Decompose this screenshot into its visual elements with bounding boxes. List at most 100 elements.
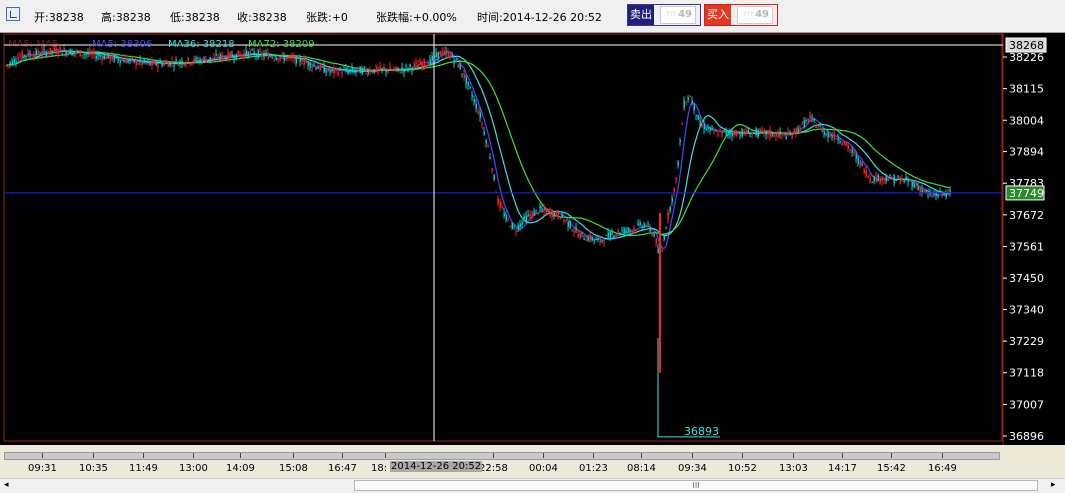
candle-body xyxy=(237,50,239,57)
x-tick-label: 09:31 xyxy=(28,463,57,474)
horizontal-scrollbar[interactable]: ◂ III ▸ xyxy=(0,478,1065,493)
x-tick-label: 16:49 xyxy=(928,463,957,474)
candle-body xyxy=(335,67,337,70)
x-tick-label: 10:35 xyxy=(79,463,108,474)
candle-body xyxy=(853,151,855,153)
candle-body xyxy=(903,178,905,183)
x-tick-mark xyxy=(42,453,43,458)
candle-body xyxy=(479,112,481,119)
chart-menu-icon[interactable] xyxy=(6,7,20,21)
candle-body xyxy=(273,59,275,61)
candle-body xyxy=(275,57,277,60)
bar-time: 时间:2014-12-26 20:52 xyxy=(477,11,602,24)
buy-order-widget[interactable]: 买入 ??? 49 xyxy=(704,4,778,26)
candle-body xyxy=(107,53,109,58)
candle-body xyxy=(695,114,697,117)
sell-order-widget[interactable]: 卖出 ??? 49 xyxy=(627,4,701,26)
candle-body xyxy=(569,221,571,229)
candle-body xyxy=(395,66,397,69)
candle-body xyxy=(675,177,677,181)
candle-body xyxy=(465,77,467,85)
candle-body xyxy=(461,73,463,75)
chart-canvas[interactable]: 3822638115380043789437783376723756137450… xyxy=(0,33,1065,445)
candle-body xyxy=(941,193,943,195)
x-tick-label: 15:42 xyxy=(877,463,906,474)
x-tick-label: 16:47 xyxy=(328,463,357,474)
x-tick-label: 10:52 xyxy=(728,463,757,474)
candle-body xyxy=(265,52,267,54)
candle-body xyxy=(807,119,809,123)
candle-body xyxy=(355,70,357,72)
candle-body xyxy=(687,97,689,101)
time-axis-track[interactable] xyxy=(4,452,1000,460)
x-tick-mark xyxy=(641,453,642,458)
candle-body xyxy=(559,217,561,220)
sell-quantity-field[interactable]: ??? 49 xyxy=(660,6,696,24)
candle-body xyxy=(667,212,669,220)
candle-body xyxy=(623,228,625,234)
candle-body xyxy=(507,218,509,220)
candle-body xyxy=(445,51,447,53)
candle-body xyxy=(453,60,455,64)
svg-text:MA5: MA5: MA5: MA5 xyxy=(8,39,58,50)
candle-body xyxy=(533,211,535,216)
candle-body xyxy=(133,59,135,63)
candle-body xyxy=(565,220,567,222)
candle-body xyxy=(797,127,799,133)
candle-body xyxy=(93,51,95,55)
candle-body xyxy=(711,127,713,129)
candle-body xyxy=(7,64,9,66)
candle-body xyxy=(41,50,43,55)
candle-body xyxy=(477,111,479,114)
y-tick-label: 37118 xyxy=(1009,367,1044,380)
candle-body xyxy=(539,205,541,209)
candle-body xyxy=(469,86,471,89)
x-tick-mark xyxy=(942,453,943,458)
candle-body xyxy=(707,127,709,129)
candle-body xyxy=(543,207,545,211)
candle-body xyxy=(309,62,311,68)
candle-body xyxy=(487,145,489,147)
candle-body xyxy=(403,69,405,73)
candle-body xyxy=(755,128,757,136)
x-tick-mark xyxy=(293,453,294,458)
candle-body xyxy=(225,57,227,60)
candle-body xyxy=(185,63,187,65)
candle-body xyxy=(889,174,891,176)
candle-body xyxy=(369,69,371,73)
candle-body xyxy=(103,55,105,60)
candle-body xyxy=(409,64,411,67)
candle-body xyxy=(947,189,949,191)
scroll-right-arrow-icon[interactable]: ▸ xyxy=(1051,480,1056,490)
x-tick-mark xyxy=(891,453,892,458)
x-tick-mark xyxy=(240,453,241,458)
candle-body xyxy=(47,52,49,55)
candle-body xyxy=(795,128,797,133)
candle-body xyxy=(915,182,917,187)
candle-body xyxy=(517,224,519,231)
candle-body xyxy=(771,131,773,136)
candle-body xyxy=(87,52,89,55)
candle-body xyxy=(657,248,659,253)
candle-body xyxy=(587,237,589,241)
candle-body xyxy=(831,136,833,138)
scroll-thumb[interactable]: III xyxy=(354,480,1038,491)
candle-body xyxy=(589,234,591,241)
buy-button[interactable]: 买入 xyxy=(705,5,731,25)
candle-body xyxy=(65,51,67,55)
price-chart[interactable]: 38226 38115 38004 37894 37783 37672 37561 37450… xyxy=(0,33,1065,445)
scroll-left-arrow-icon[interactable]: ◂ xyxy=(4,480,9,490)
buy-quantity-field[interactable]: ??? 49 xyxy=(737,6,773,24)
candle-body xyxy=(575,227,577,230)
candle-body xyxy=(819,125,821,127)
candle-body xyxy=(259,50,261,52)
candle-body xyxy=(131,57,133,59)
candle-body xyxy=(923,188,925,193)
change-percent: 张跌幅:+0.00% xyxy=(376,11,457,24)
sell-button[interactable]: 卖出 xyxy=(628,5,654,25)
candle-body xyxy=(893,175,895,183)
candle-body xyxy=(219,54,221,58)
candle-body xyxy=(223,55,225,58)
candle-body xyxy=(901,178,903,182)
candle-body xyxy=(595,238,597,241)
